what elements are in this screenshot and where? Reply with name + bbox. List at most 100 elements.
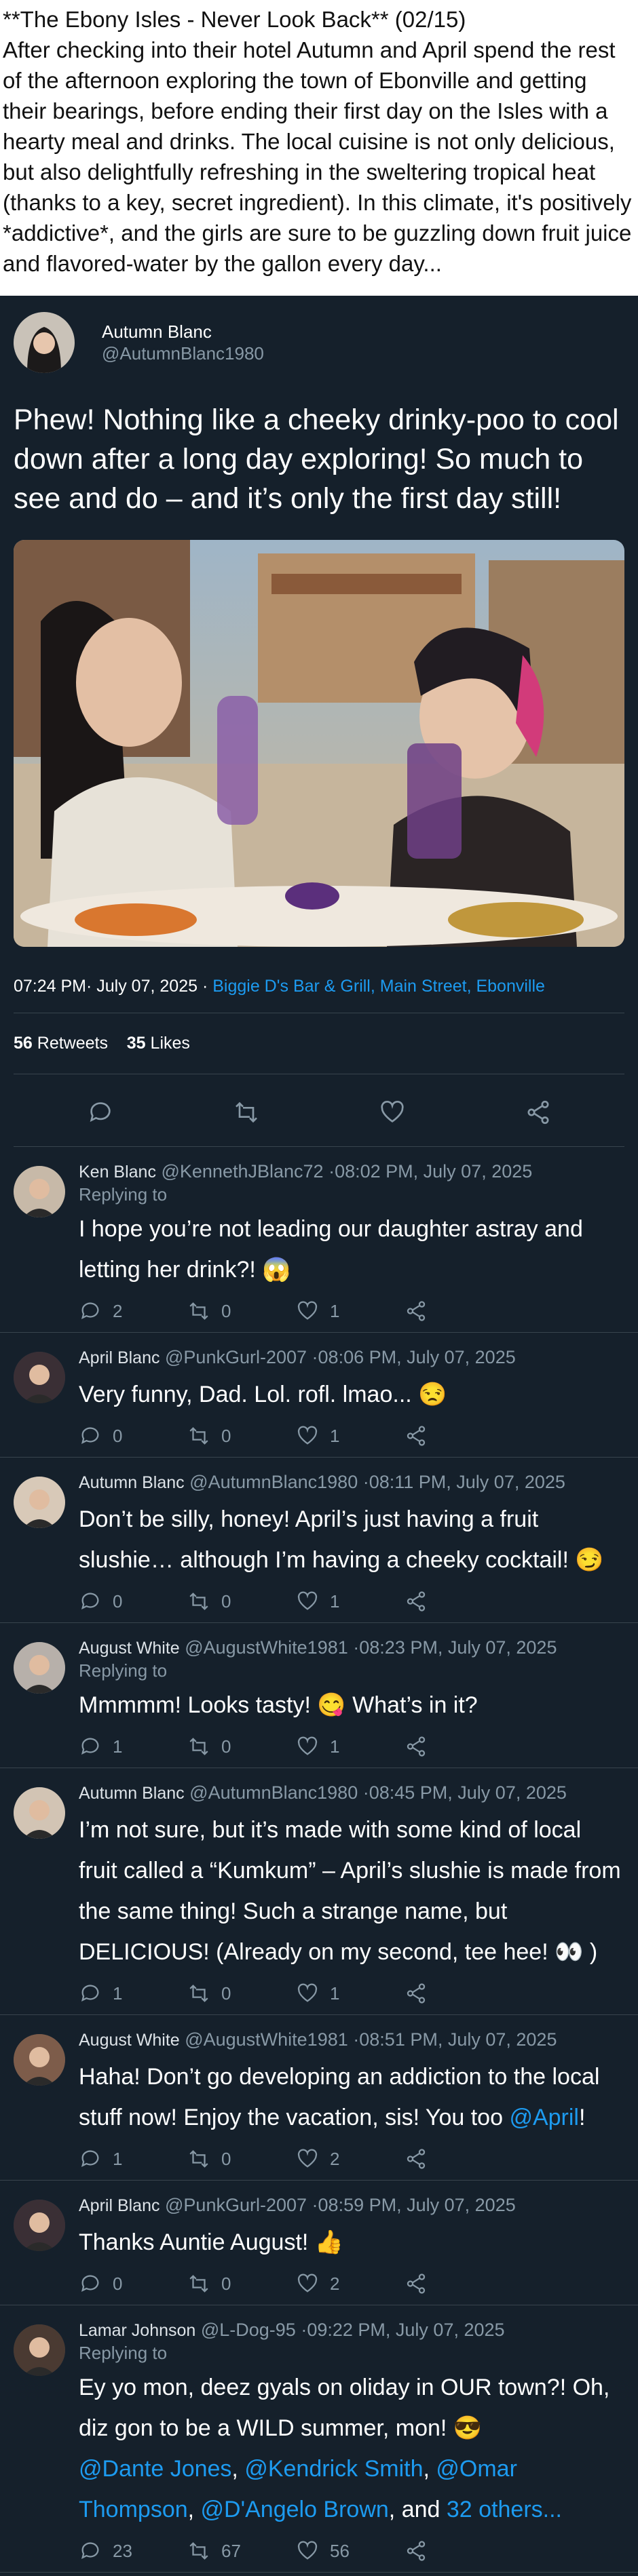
reply-text-end: !: [578, 2105, 586, 2130]
reply-author-name[interactable]: August White: [79, 2031, 180, 2050]
reply-tweet[interactable]: April Blanc @PunkGurl-2007 ·08:06 PM, Ju…: [0, 1333, 638, 1457]
reply-icon[interactable]: [79, 1982, 102, 2005]
avatar[interactable]: [14, 2324, 65, 2376]
like-count: 2: [330, 2273, 340, 2294]
reply-tweet[interactable]: Ken Blanc @KennethJBlanc72 ·08:02 PM, Ju…: [0, 1147, 638, 1332]
reply-tweet[interactable]: August White @AugustWhite1981 ·08:51 PM,…: [0, 2015, 638, 2180]
author-handle[interactable]: @AutumnBlanc1980: [102, 343, 264, 364]
like-count: 2: [330, 2148, 340, 2169]
reply-icon[interactable]: [79, 2539, 102, 2562]
avatar[interactable]: [14, 2034, 65, 2086]
reply-icon[interactable]: [79, 1424, 102, 1447]
reply-author-name[interactable]: Ken Blanc: [79, 1163, 156, 1182]
reply-author-name[interactable]: Autumn Blanc: [79, 1473, 185, 1492]
reply-author-handle[interactable]: @AutumnBlanc1980: [189, 1472, 358, 1492]
retweet-count[interactable]: 56: [14, 1034, 33, 1053]
avatar[interactable]: [14, 2200, 65, 2251]
retweet-icon[interactable]: [187, 1424, 210, 1447]
reply-text: I hope you’re not leading our daughter a…: [79, 1216, 583, 1283]
tweet-text: Phew! Nothing like a cheeky drinky-poo t…: [14, 404, 619, 515]
retweet-icon[interactable]: [187, 1300, 210, 1323]
reply-tweet[interactable]: Lamar Johnson @L-Dog-95 ·09:22 PM, July …: [0, 2305, 638, 2572]
reply-author-handle[interactable]: @PunkGurl-2007: [165, 2195, 307, 2215]
retweet-icon[interactable]: [187, 2147, 210, 2170]
reply-author-name[interactable]: Autumn Blanc: [79, 1784, 185, 1803]
avatar[interactable]: [14, 1787, 65, 1839]
share-icon[interactable]: [405, 2272, 428, 2295]
mention-link[interactable]: @D'Angelo Brown: [201, 2497, 389, 2522]
reply-icon[interactable]: [79, 1735, 102, 1758]
reply-icon[interactable]: [79, 1590, 102, 1613]
replying-to-label: Replying to: [79, 1660, 168, 1681]
reply-tweet[interactable]: April Blanc @PunkGurl-2007 ·08:59 PM, Ju…: [0, 2181, 638, 2305]
retweet-icon[interactable]: [187, 2539, 210, 2562]
like-icon[interactable]: [296, 2539, 319, 2562]
reply-author-handle[interactable]: @L-Dog-95: [201, 2320, 296, 2340]
share-icon[interactable]: [405, 2539, 428, 2562]
avatar[interactable]: [14, 1166, 65, 1217]
share-icon[interactable]: [405, 1982, 428, 2005]
like-icon[interactable]: [296, 1300, 319, 1323]
like-count: 1: [330, 1983, 340, 2004]
reply-author-handle[interactable]: @KennethJBlanc72: [161, 1161, 323, 1182]
share-icon[interactable]: [405, 1424, 428, 1447]
author-name[interactable]: Autumn Blanc: [102, 321, 264, 343]
more-mentions-link[interactable]: 32 others...: [447, 2497, 562, 2522]
retweet-icon[interactable]: [187, 1590, 210, 1613]
share-icon[interactable]: [405, 2147, 428, 2170]
mention-link[interactable]: @April: [509, 2105, 579, 2130]
like-icon[interactable]: [296, 2147, 319, 2170]
avatar[interactable]: [14, 1477, 65, 1528]
reply-time: ·08:45 PM, July 07, 2025: [362, 1782, 567, 1803]
reply-icon[interactable]: [87, 1099, 114, 1126]
like-icon[interactable]: [379, 1099, 406, 1126]
replying-to-label: Replying to: [79, 1184, 168, 1205]
mention-separator: ,: [231, 2456, 245, 2482]
like-icon[interactable]: [296, 1735, 319, 1758]
tweet-photo[interactable]: [14, 540, 624, 947]
avatar[interactable]: [14, 1352, 65, 1403]
like-icon[interactable]: [296, 1982, 319, 2005]
reply-count: 0: [113, 1591, 123, 1612]
tweet-meta: 07:24 PM· July 07, 2025 · Biggie D's Bar…: [0, 947, 638, 1013]
likes-label: Likes: [150, 1034, 190, 1053]
reply-tweet[interactable]: Autumn Blanc @AutumnBlanc1980 ·08:11 PM,…: [0, 1458, 638, 1622]
reply-count: 2: [113, 1300, 123, 1321]
like-count[interactable]: 35: [127, 1034, 146, 1053]
mention-link[interactable]: @Dante Jones: [79, 2456, 231, 2482]
like-icon[interactable]: [296, 2272, 319, 2295]
reply-author-name[interactable]: Lamar Johnson: [79, 2321, 195, 2340]
retweet-icon[interactable]: [233, 1099, 260, 1126]
share-icon[interactable]: [525, 1099, 552, 1126]
tweet-location-link[interactable]: Biggie D's Bar & Grill, Main Street, Ebo…: [212, 977, 545, 996]
mention-link[interactable]: @Kendrick Smith: [244, 2456, 423, 2482]
reply-author-handle[interactable]: @AugustWhite1981: [185, 2029, 348, 2050]
reply-author-name[interactable]: April Blanc: [79, 1348, 160, 1367]
reply-icon[interactable]: [79, 2147, 102, 2170]
reply-author-handle[interactable]: @PunkGurl-2007: [165, 1347, 307, 1367]
reply-tweet[interactable]: August White @AugustWhite1981 ·08:23 PM,…: [0, 1623, 638, 1768]
tweet-timestamp: 07:24 PM· July 07, 2025 ·: [14, 977, 208, 996]
reply-time: ·08:59 PM, July 07, 2025: [312, 2195, 516, 2215]
share-icon[interactable]: [405, 1300, 428, 1323]
reply-count: 1: [113, 1983, 123, 2004]
like-count: 1: [330, 1591, 340, 1612]
reply-author-name[interactable]: April Blanc: [79, 2196, 160, 2215]
avatar[interactable]: [14, 1642, 65, 1694]
like-icon[interactable]: [296, 1590, 319, 1613]
share-icon[interactable]: [405, 1735, 428, 1758]
reply-icon[interactable]: [79, 2272, 102, 2295]
retweet-icon[interactable]: [187, 1982, 210, 2005]
avatar[interactable]: [14, 312, 75, 373]
mention-separator: ,: [187, 2497, 201, 2522]
reply-author-handle[interactable]: @AugustWhite1981: [185, 1637, 348, 1658]
retweet-icon[interactable]: [187, 1735, 210, 1758]
reply-author-handle[interactable]: @AutumnBlanc1980: [189, 1782, 358, 1803]
retweet-icon[interactable]: [187, 2272, 210, 2295]
like-icon[interactable]: [296, 1424, 319, 1447]
reply-tweet[interactable]: Autumn Blanc @AutumnBlanc1980 ·08:45 PM,…: [0, 1768, 638, 2014]
reply-icon[interactable]: [79, 1300, 102, 1323]
retweet-count: 0: [221, 1736, 231, 1757]
share-icon[interactable]: [405, 1590, 428, 1613]
reply-author-name[interactable]: August White: [79, 1639, 180, 1658]
